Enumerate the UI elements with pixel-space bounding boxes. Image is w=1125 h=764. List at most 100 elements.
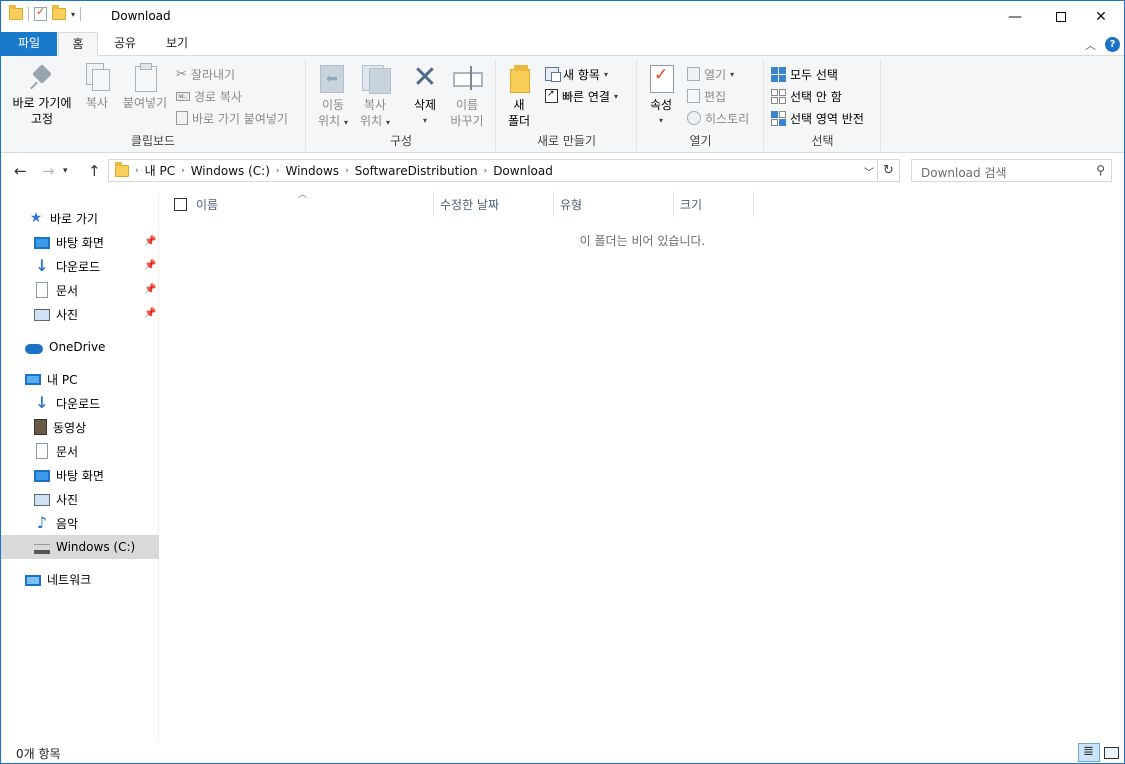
select-all-checkbox[interactable] [174,198,187,211]
breadcrumb-this-pc[interactable]: 내 PC [145,162,175,179]
invert-selection-button[interactable]: 선택 영역 반전 [771,109,864,127]
search-input[interactable]: Download 검색 ⚲ [911,159,1112,182]
paste-shortcut-button[interactable]: 바로 가기 붙여넣기 [176,109,288,127]
nav-label: 사진 [56,307,79,322]
group-clipboard: 바로 가기에 고정 복사 붙여넣기 ✂ 잘라내기 w.. 경로 복사 바로 가기… [1,59,306,151]
select-all-button[interactable]: 모두 선택 [771,65,838,83]
cut-button[interactable]: ✂ 잘라내기 [176,65,235,83]
group-label-open: 열기 [689,134,712,148]
collapse-ribbon-icon[interactable]: ︿ [1085,37,1096,53]
properties-button[interactable]: 속성 ▾ [644,63,678,129]
group-open: 속성 ▾ 열기 ▾ 편집 히스토리 열기 [638,59,764,151]
paste-button[interactable]: 붙여넣기 [119,63,171,111]
customize-toolbar-icon[interactable]: ▾ [71,10,75,19]
details-view-icon[interactable] [1078,743,1100,762]
nav-qa-documents[interactable]: 문서 📌 [1,278,159,302]
download-icon: ↓ [35,393,49,412]
close-button[interactable]: ✕ [1078,1,1124,32]
column-header-modified[interactable]: 수정한 날짜 [440,191,553,217]
history-button[interactable]: 히스토리 [687,109,749,127]
move-to-button[interactable]: 이동 위치 ▾ [313,63,353,131]
edit-button[interactable]: 편집 [687,87,726,105]
nav-onedrive[interactable]: OneDrive [1,335,159,359]
new-item-icon [545,67,561,82]
column-header-type[interactable]: 유형 [560,191,673,217]
copy-path-button[interactable]: w.. 경로 복사 [176,87,242,105]
tab-share[interactable]: 공유 [105,32,145,56]
nav-pc-videos[interactable]: 동영상 [1,415,159,439]
title-bar: ▾ Download — ✕ [1,1,1124,32]
rename-button[interactable]: 이름 바꾸기 [445,63,489,129]
tab-home[interactable]: 홈 [58,32,98,56]
breadcrumb-drive[interactable]: Windows (C:) [191,164,270,178]
recent-locations-icon[interactable]: ▾ [63,166,68,176]
nav-quick-access[interactable]: ★ 바로 가기 [1,206,159,230]
nav-qa-pictures[interactable]: 사진 📌 [1,302,159,326]
select-none-button[interactable]: 선택 안 함 [771,87,842,105]
column-divider[interactable] [673,191,674,217]
easy-access-icon [545,89,558,103]
back-icon[interactable]: ← [14,162,27,180]
pin-to-quick-access-button[interactable]: 바로 가기에 고정 [7,63,77,127]
nav-pc-documents[interactable]: 문서 [1,439,159,463]
pin-icon: 📌 [144,308,157,319]
nav-qa-desktop[interactable]: 바탕 화면 📌 [1,230,159,254]
chevron-down-icon[interactable]: ﹀ [864,164,874,179]
nav-network[interactable]: 네트워크 [1,567,159,591]
edit-icon [687,89,700,103]
new-folder-button[interactable]: 새 폴더 [501,63,537,129]
breadcrumb-softwaredistribution[interactable]: SoftwareDistribution [355,164,478,178]
new-item-label: 새 항목 [563,67,600,82]
tab-file[interactable]: 파일 [1,32,57,56]
move-label-2: 위치 [318,114,341,128]
nav-qa-downloads[interactable]: ↓ 다운로드 📌 [1,254,159,278]
nav-pc-desktop[interactable]: 바탕 화면 [1,463,159,487]
nav-label: 문서 [56,444,79,459]
close-icon: ✕ [1095,8,1107,25]
nav-pc-pictures[interactable]: 사진 [1,487,159,511]
navigation-pane: ★ 바로 가기 바탕 화면 📌 ↓ 다운로드 📌 문서 📌 사진 📌 OneDr… [1,193,159,741]
easy-access-button[interactable]: 빠른 연결 ▾ [545,87,618,105]
refresh-button[interactable]: ↻ [878,159,900,182]
breadcrumb-windows[interactable]: Windows [285,164,339,178]
delete-button[interactable]: ✕ 삭제 ▾ [405,63,445,129]
column-divider[interactable] [553,191,554,217]
chevron-down-icon: ▾ [343,118,348,127]
address-bar[interactable]: › 내 PC › Windows (C:) › Windows › Softwa… [108,159,878,182]
minimize-button[interactable]: — [992,1,1038,32]
up-icon[interactable]: ↑ [88,162,101,180]
nav-label: 문서 [56,283,79,298]
breadcrumb-download[interactable]: Download [493,164,553,178]
nav-pc-drive-c[interactable]: Windows (C:) [1,535,159,559]
new-item-button[interactable]: 새 항목 ▾ [545,65,608,83]
pin-icon: 📌 [144,260,157,271]
nav-label: 바탕 화면 [56,235,104,250]
drive-icon [34,544,50,554]
nav-this-pc[interactable]: 내 PC [1,367,159,391]
search-placeholder: Download 검색 [921,166,1007,180]
properties-icon[interactable] [34,5,47,21]
nav-pc-music[interactable]: ♪ 음악 [1,511,159,535]
invert-selection-label: 선택 영역 반전 [790,111,864,126]
nav-pc-downloads[interactable]: ↓ 다운로드 [1,391,159,415]
chevron-down-icon: ▾ [730,69,735,79]
large-icons-view-icon[interactable] [1102,744,1120,760]
tab-view[interactable]: 보기 [157,32,197,56]
chevron-right-icon: › [345,165,349,176]
column-divider[interactable] [433,191,434,217]
column-header-size[interactable]: 크기 [680,191,753,217]
open-button[interactable]: 열기 ▾ [687,65,734,83]
new-folder-icon[interactable] [52,5,66,20]
column-label: 유형 [560,197,583,212]
copy-button[interactable]: 복사 [79,63,115,111]
paste-icon [133,63,157,92]
copy-to-button[interactable]: 복사 위치 ▾ [355,63,395,131]
nav-label: 다운로드 [56,396,101,411]
desktop-icon [34,237,50,249]
column-header-name[interactable]: 이름 [196,191,433,217]
rename-label-2: 바꾸기 [450,114,484,128]
forward-icon[interactable]: → [42,162,55,180]
cloud-icon [25,344,43,354]
help-icon[interactable]: ? [1105,37,1120,52]
column-divider[interactable] [753,191,754,217]
